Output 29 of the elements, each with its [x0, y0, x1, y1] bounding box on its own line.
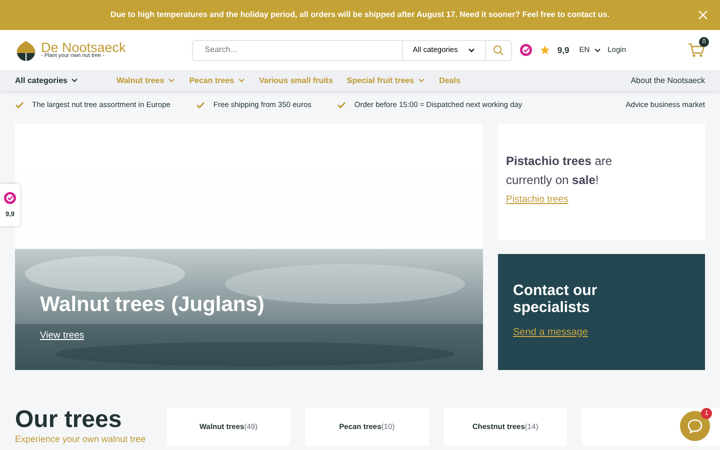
contact-title: Contact our specialists [513, 282, 598, 316]
cart-icon [688, 43, 705, 57]
check-icon [15, 100, 24, 108]
nut-icon [15, 38, 37, 62]
send-message-link[interactable]: Send a message [513, 326, 588, 338]
view-trees-link[interactable]: View trees [40, 330, 84, 341]
close-button[interactable] [698, 10, 708, 20]
search-icon [492, 44, 504, 56]
check-icon [337, 100, 346, 108]
search-button[interactable] [486, 40, 512, 60]
caret-icon [594, 48, 601, 52]
promo-text: Pistachio trees are currently on sale! [506, 153, 614, 189]
nav-link[interactable]: All categories [15, 74, 78, 86]
search-field[interactable]: Search... [192, 40, 402, 60]
cart-button[interactable] [688, 43, 705, 57]
rating-badge-icon [3, 190, 17, 205]
close-icon [698, 10, 708, 20]
caret-icon [468, 48, 475, 52]
hero-title: Walnut trees (Juglans) [40, 292, 264, 318]
section-subtitle: Experience your own walnut tree [15, 435, 147, 444]
nav-link[interactable]: About the Nootsaeck [630, 74, 705, 86]
star-icon [540, 45, 550, 55]
rating-badge-icon [519, 43, 534, 57]
banner-text: Due to high temperatures and the holiday period, all orders will be shipped after August 17. Need it sooner? Feel free to contact us. [110, 9, 610, 21]
check-icon [196, 100, 206, 108]
section-title: Our trees [15, 408, 123, 432]
rating-score: 9,9 [557, 44, 570, 56]
chat-icon [687, 418, 703, 434]
logo-text: De Nootsaeck [41, 40, 126, 54]
